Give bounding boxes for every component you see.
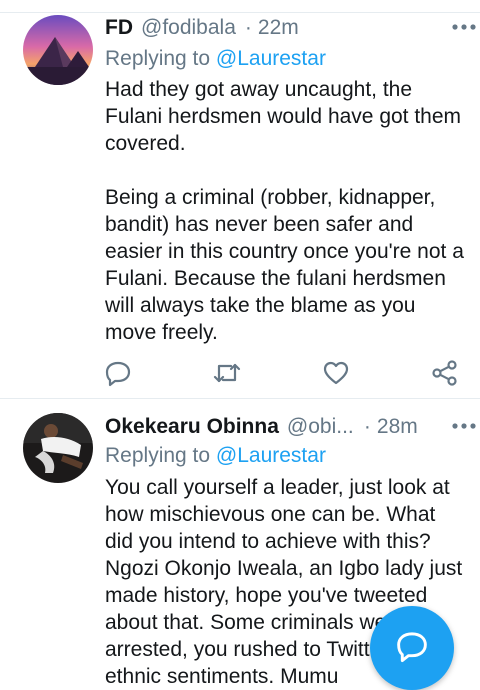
like-icon[interactable] — [321, 358, 351, 388]
share-icon[interactable] — [430, 358, 460, 388]
user-handle[interactable]: @obi... — [287, 415, 355, 439]
separator-dot: · — [244, 16, 252, 39]
avatar[interactable] — [23, 413, 93, 483]
display-name[interactable]: Okekearu Obinna — [105, 415, 279, 439]
compose-reply-icon — [395, 629, 429, 668]
replying-to-line: Replying to @Laurestar — [105, 47, 326, 71]
mention-link[interactable]: @Laurestar — [216, 444, 326, 467]
more-options-icon[interactable] — [452, 16, 476, 38]
replying-to-label: Replying to — [105, 444, 211, 467]
tweet-header: FD @fodibala · 22m — [105, 13, 460, 43]
separator-dot: · — [363, 415, 371, 438]
tweet-fd[interactable]: FD @fodibala · 22m Replying to @Lauresta… — [0, 12, 480, 399]
tweet-text: Had they got away uncaught, the Fulani h… — [105, 76, 465, 346]
avatar[interactable] — [23, 15, 93, 85]
display-name[interactable]: FD — [105, 16, 133, 40]
timestamp[interactable]: 22m — [258, 16, 299, 40]
reply-icon[interactable] — [103, 358, 133, 388]
mention-link[interactable]: @Laurestar — [216, 47, 326, 70]
replying-to-line: Replying to @Laurestar — [105, 444, 326, 468]
timestamp[interactable]: 28m — [377, 415, 418, 439]
user-handle[interactable]: @fodibala — [141, 16, 236, 40]
compose-reply-button[interactable] — [370, 606, 454, 690]
more-options-icon[interactable] — [452, 415, 476, 437]
tweet-paragraph: Had they got away uncaught, the Fulani h… — [105, 78, 462, 155]
replying-to-label: Replying to — [105, 47, 211, 70]
retweet-icon[interactable] — [212, 358, 242, 388]
tweet-header: Okekearu Obinna @obi... · 28m — [105, 412, 460, 442]
action-bar — [0, 358, 480, 388]
tweet-paragraph: Being a criminal (robber, kidnapper, ban… — [105, 186, 464, 344]
